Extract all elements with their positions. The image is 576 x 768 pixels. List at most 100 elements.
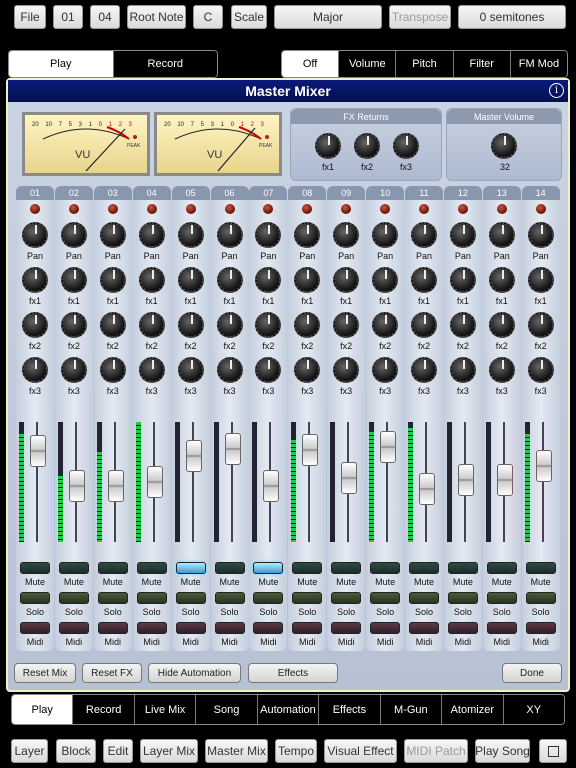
- solo-button[interactable]: [214, 592, 245, 604]
- midi-button[interactable]: [214, 622, 245, 634]
- fx1-knob[interactable]: [294, 267, 321, 293]
- mute-button[interactable]: [486, 562, 517, 574]
- reset-fx-button[interactable]: Reset FX: [82, 663, 142, 683]
- footer-block-button[interactable]: Block: [56, 739, 96, 763]
- volume-fader[interactable]: [224, 432, 241, 465]
- midi-button[interactable]: [447, 622, 478, 634]
- fx3-knob[interactable]: [333, 357, 360, 383]
- solo-button[interactable]: [58, 592, 89, 604]
- volume-fader[interactable]: [146, 466, 163, 498]
- fx2-knob[interactable]: [294, 312, 321, 338]
- midi-button[interactable]: [58, 622, 89, 634]
- tab-automation[interactable]: Automation: [257, 695, 320, 724]
- num1-button[interactable]: 01: [53, 5, 83, 29]
- segment-volume[interactable]: Volume: [339, 51, 397, 77]
- solo-button[interactable]: [447, 592, 478, 604]
- solo-button[interactable]: [486, 592, 517, 604]
- fx1-knob[interactable]: [333, 267, 360, 293]
- fx2-knob[interactable]: [255, 312, 282, 338]
- tab-m-gun[interactable]: M-Gun: [380, 695, 443, 724]
- pan-knob[interactable]: [411, 222, 437, 248]
- volume-fader[interactable]: [30, 435, 46, 468]
- fx3-knob[interactable]: [294, 357, 321, 383]
- fx3-knob[interactable]: [449, 357, 476, 383]
- mute-button[interactable]: [175, 562, 206, 574]
- volume-fader[interactable]: [341, 461, 358, 494]
- pan-knob[interactable]: [255, 222, 282, 248]
- midi-button[interactable]: [20, 622, 50, 634]
- midi-button[interactable]: [486, 622, 517, 634]
- tab-xy[interactable]: XY: [503, 695, 564, 724]
- reset-mix-button[interactable]: Reset Mix: [14, 663, 76, 683]
- pan-knob[interactable]: [216, 222, 243, 248]
- fx2-knob[interactable]: [333, 312, 360, 338]
- tab-play[interactable]: Play: [12, 695, 74, 724]
- solo-button[interactable]: [97, 592, 128, 604]
- footer-layer-button[interactable]: Layer: [11, 739, 48, 763]
- mute-button[interactable]: [20, 562, 50, 574]
- segment-play[interactable]: Play: [9, 51, 114, 77]
- tab-live-mix[interactable]: Live Mix: [134, 695, 197, 724]
- midi-button[interactable]: [331, 622, 362, 634]
- mute-button[interactable]: [447, 562, 478, 574]
- fx-return-2-knob[interactable]: [354, 133, 380, 159]
- fx3-knob[interactable]: [22, 357, 48, 383]
- fx3-knob[interactable]: [99, 357, 126, 383]
- volume-fader[interactable]: [457, 464, 474, 497]
- fx1-knob[interactable]: [99, 267, 126, 293]
- segment-off[interactable]: Off: [282, 51, 340, 77]
- transpose-selector[interactable]: 0 semitones: [458, 5, 566, 29]
- footer-tempo-button[interactable]: Tempo: [275, 739, 317, 763]
- pan-knob[interactable]: [333, 222, 360, 248]
- fx2-knob[interactable]: [60, 312, 87, 338]
- hide-automation-button[interactable]: Hide Automation: [148, 663, 241, 683]
- segment-filter[interactable]: Filter: [453, 51, 511, 77]
- fx-return-1-knob[interactable]: [315, 133, 341, 159]
- pan-knob[interactable]: [99, 222, 126, 248]
- pan-knob[interactable]: [449, 222, 476, 248]
- fx1-knob[interactable]: [216, 267, 243, 293]
- mute-button[interactable]: [253, 562, 284, 574]
- pan-knob[interactable]: [527, 222, 554, 248]
- fx3-knob[interactable]: [527, 357, 554, 383]
- mute-button[interactable]: [525, 562, 556, 574]
- pan-knob[interactable]: [488, 222, 515, 248]
- num2-button[interactable]: 04: [90, 5, 120, 29]
- fx1-knob[interactable]: [60, 267, 87, 293]
- volume-fader[interactable]: [68, 470, 85, 503]
- fx1-knob[interactable]: [372, 267, 399, 293]
- master-volume-knob[interactable]: [491, 133, 517, 159]
- mute-button[interactable]: [409, 562, 439, 574]
- solo-button[interactable]: [175, 592, 206, 604]
- midi-button[interactable]: [370, 622, 401, 634]
- midi-button[interactable]: [253, 622, 284, 634]
- fx3-knob[interactable]: [488, 357, 515, 383]
- volume-fader[interactable]: [263, 470, 280, 503]
- scale-selector[interactable]: Major: [274, 5, 382, 29]
- fx1-knob[interactable]: [527, 267, 554, 293]
- mute-button[interactable]: [214, 562, 245, 574]
- mute-button[interactable]: [370, 562, 401, 574]
- root-note-selector[interactable]: C: [193, 5, 223, 29]
- fx2-knob[interactable]: [372, 312, 399, 338]
- fx3-knob[interactable]: [216, 357, 243, 383]
- fx3-knob[interactable]: [411, 357, 437, 383]
- mute-button[interactable]: [292, 562, 323, 574]
- fx2-knob[interactable]: [99, 312, 126, 338]
- done-button[interactable]: Done: [502, 663, 562, 683]
- tab-effects[interactable]: Effects: [319, 695, 381, 724]
- volume-fader[interactable]: [107, 470, 124, 503]
- volume-fader[interactable]: [380, 430, 397, 463]
- fx2-knob[interactable]: [216, 312, 243, 338]
- footer-master-mix-button[interactable]: Master Mix: [205, 739, 268, 763]
- pan-knob[interactable]: [22, 222, 48, 248]
- tab-record[interactable]: Record: [73, 695, 135, 724]
- footer-edit-button[interactable]: Edit: [103, 739, 133, 763]
- midi-button[interactable]: [97, 622, 128, 634]
- fx2-knob[interactable]: [22, 312, 48, 338]
- fx1-knob[interactable]: [138, 267, 165, 293]
- solo-button[interactable]: [370, 592, 401, 604]
- fx2-knob[interactable]: [138, 312, 165, 338]
- fx1-knob[interactable]: [488, 267, 515, 293]
- footer-layer-mix-button[interactable]: Layer Mix: [140, 739, 198, 763]
